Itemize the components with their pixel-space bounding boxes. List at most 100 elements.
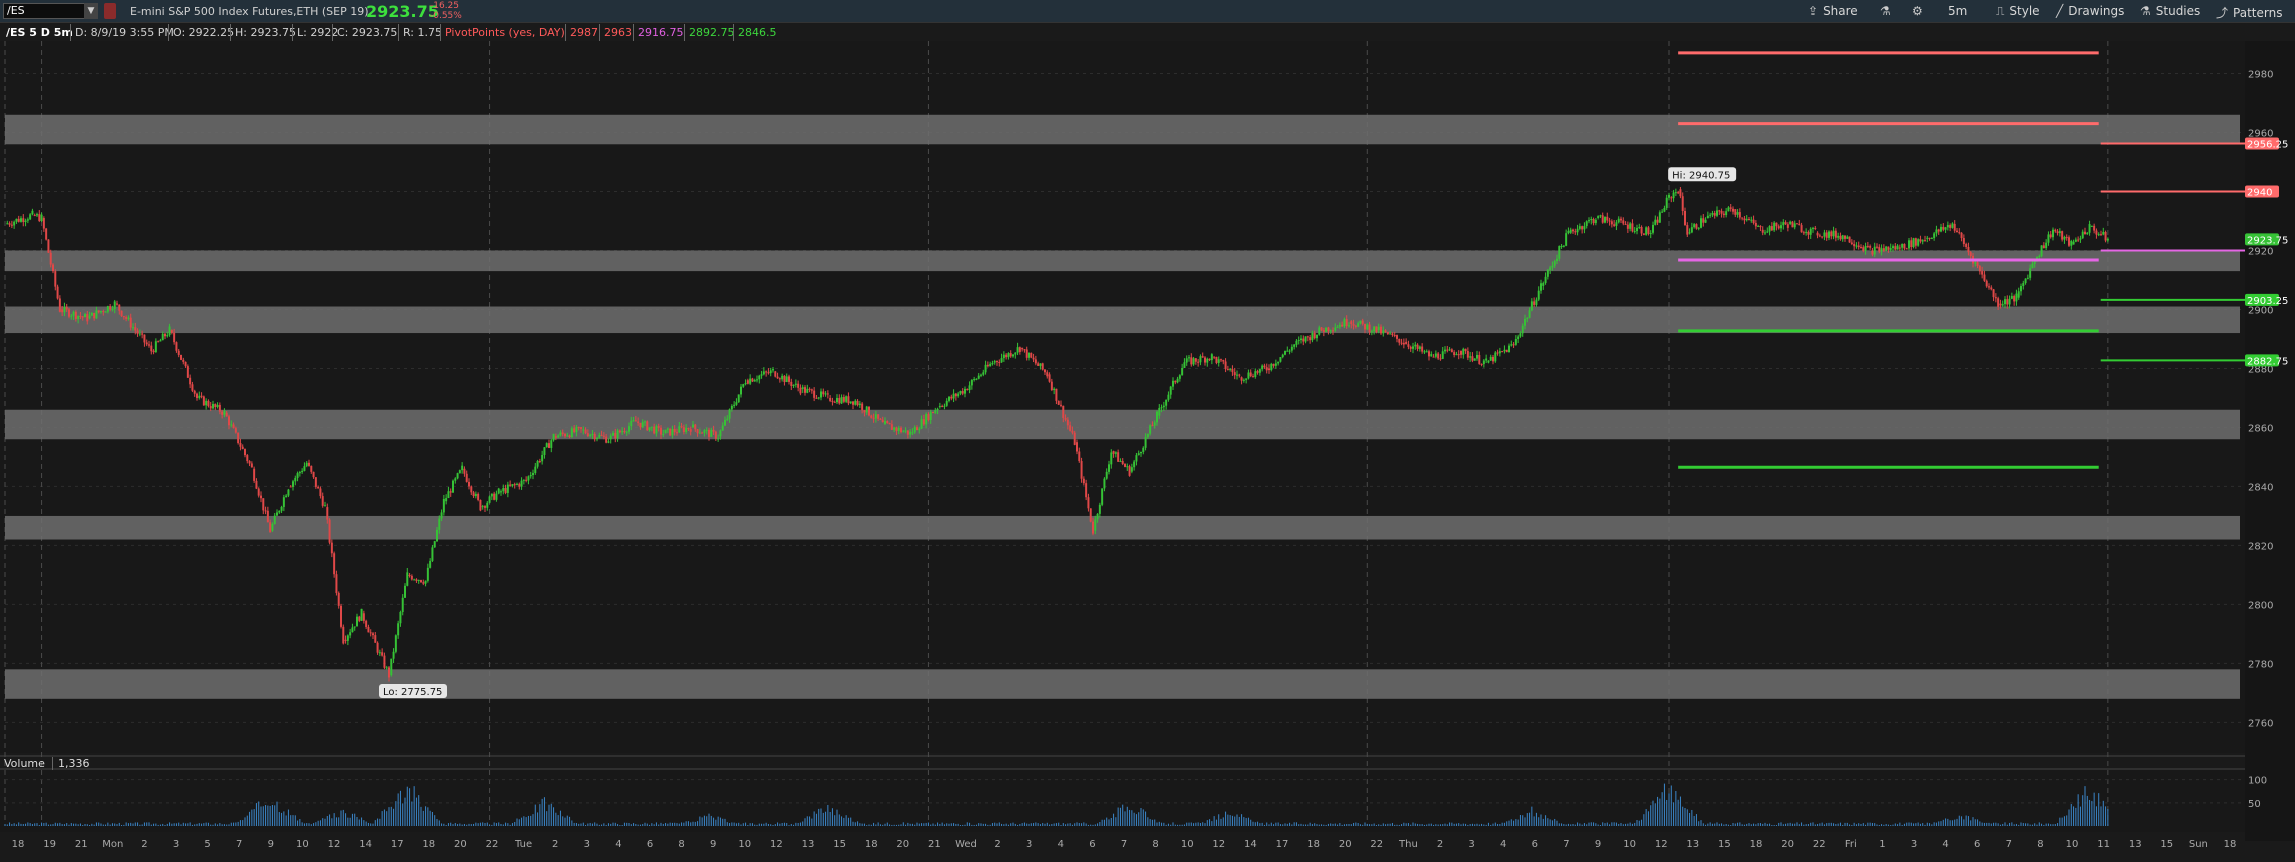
x-tick-label: 12 (1655, 839, 1668, 850)
candle-body (938, 406, 941, 408)
candle-body (24, 220, 27, 223)
candle-body (1908, 240, 1910, 249)
settings-button[interactable]: ⚙ (1912, 4, 1928, 18)
candle-body (1389, 333, 1392, 335)
candle-body (2038, 255, 2041, 257)
candle-body (737, 394, 740, 403)
candle-body (1096, 513, 1099, 520)
studies-button[interactable]: ⚗ Studies (2140, 4, 2200, 18)
candle-body (138, 333, 141, 335)
candle-body (1656, 219, 1659, 223)
candle-body (1290, 346, 1293, 351)
candle-body (56, 286, 59, 299)
candle-body (1066, 419, 1069, 426)
candle-body (312, 471, 315, 478)
candle-body (968, 385, 971, 391)
candle-body (1135, 455, 1138, 462)
candle-body (742, 384, 745, 387)
candle-body (294, 477, 297, 482)
style-button[interactable]: ⎍ Style (1996, 4, 2040, 19)
share-button[interactable]: ⇪ Share (1808, 4, 1858, 18)
candle-body (1460, 350, 1462, 355)
pivot-r1: 2963 (599, 24, 632, 41)
x-tick-label: 22 (1370, 839, 1383, 850)
candle-body (1944, 227, 1947, 230)
candle-body (326, 507, 329, 520)
candle-body (1711, 213, 1714, 215)
candle-body (1585, 221, 1588, 227)
candle-body (1727, 207, 1730, 212)
candle-body (1302, 338, 1305, 342)
patterns-button[interactable]: ⤴ Patterns (2216, 4, 2282, 21)
candle-body (276, 512, 278, 516)
candle-body (1949, 225, 1952, 228)
x-tick-label: 3 (1468, 839, 1474, 850)
candle-body (1146, 433, 1149, 438)
pivot-r2: 2987 (565, 24, 598, 41)
candle-body (852, 401, 854, 405)
candle-body (1542, 282, 1545, 286)
symbol-input[interactable]: /ES (3, 3, 93, 19)
candle-body (237, 432, 240, 443)
y-tick-label: 2860 (2248, 423, 2273, 434)
x-tick-label: 6 (647, 839, 653, 850)
candle-body (1384, 330, 1387, 332)
link-color-icon[interactable] (104, 3, 116, 19)
candle-body (520, 480, 523, 487)
candle-body (808, 388, 811, 390)
candle-body (1050, 381, 1053, 391)
drawings-button[interactable]: ╱ Drawings (2056, 4, 2124, 18)
candle-body (410, 575, 413, 580)
candle-body (495, 493, 498, 500)
candle-body (717, 438, 720, 440)
candle-body (1544, 276, 1547, 283)
candle-body (634, 420, 637, 422)
price-chart-svg[interactable]: 2760278028002820284028602880290029202940… (0, 41, 2295, 858)
candle-body (394, 635, 397, 652)
candle-body (2086, 232, 2089, 235)
chart-area[interactable]: 2760278028002820284028602880290029202940… (0, 41, 2295, 858)
flask-button[interactable]: ⚗ (1880, 4, 1896, 18)
candle-body (351, 627, 354, 633)
candle-body (90, 312, 93, 316)
candle-body (625, 431, 628, 433)
candle-body (1105, 471, 1108, 479)
candle-body (1905, 248, 1908, 250)
candle-body (20, 218, 22, 222)
x-tick-label: 2 (552, 839, 558, 850)
candle-body (1759, 225, 1762, 228)
candle-body (1901, 243, 1904, 248)
candle-body (1377, 326, 1380, 331)
candle-body (1208, 358, 1211, 361)
x-tick-label: 3 (584, 839, 590, 850)
candle-body (881, 419, 884, 423)
candle-body (445, 498, 448, 502)
candle-body (47, 239, 50, 253)
candle-body (1110, 452, 1113, 465)
candle-body (1215, 357, 1218, 363)
candle-body (1073, 432, 1076, 445)
candle-body (1270, 363, 1273, 371)
candle-body (1647, 227, 1650, 234)
candle-body (1247, 372, 1250, 379)
candle-body (929, 412, 932, 421)
candle-body (72, 311, 75, 316)
candle-body (424, 580, 427, 584)
candle-body (136, 330, 139, 334)
candle-body (1677, 192, 1680, 194)
candle-body (961, 391, 964, 394)
candle-body (328, 519, 331, 543)
bar-open: O: 2922.25 (168, 24, 234, 41)
candle-body (442, 498, 445, 513)
candle-body (1206, 358, 1209, 363)
top-toolbar: /ES ▼ E-mini S&P 500 Index Futures,ETH (… (0, 0, 2295, 23)
interval-button[interactable]: 5m (1948, 4, 1967, 18)
candle-body (616, 430, 619, 439)
y-tick-label: 2780 (2248, 659, 2273, 670)
symbol-dropdown-icon[interactable]: ▼ (84, 3, 98, 19)
patterns-label: Patterns (2233, 6, 2283, 20)
candle-body (920, 419, 923, 429)
candle-body (872, 417, 875, 419)
candle-body (1119, 461, 1122, 463)
candle-body (1224, 361, 1227, 369)
